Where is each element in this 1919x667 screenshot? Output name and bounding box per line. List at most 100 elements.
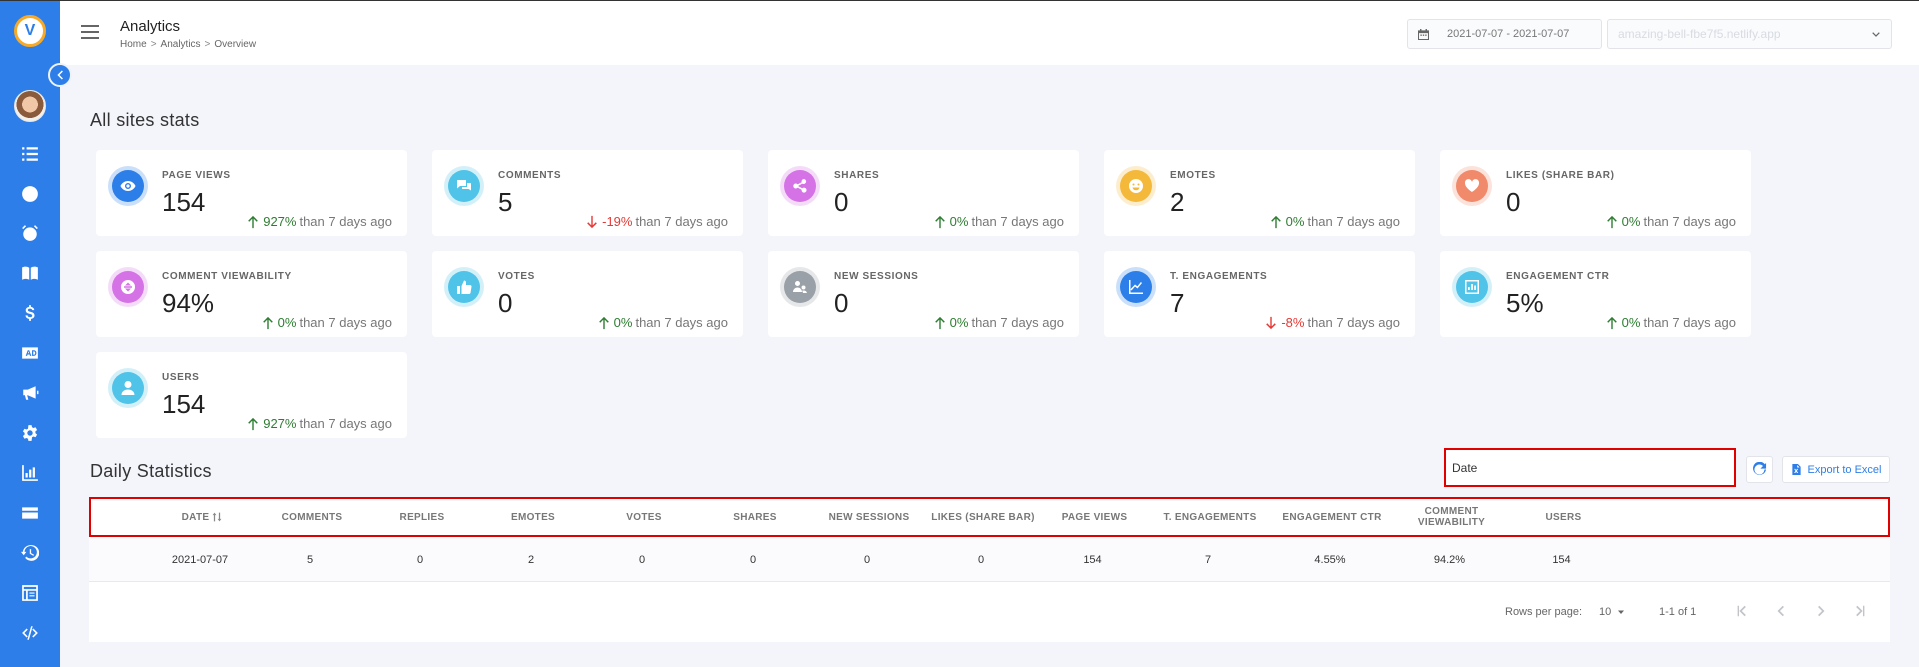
chevron-left-icon [1777,605,1784,617]
ad-icon[interactable] [18,341,42,365]
stat-card-label: COMMENTS [498,170,562,181]
rows-per-page-select[interactable]: 10 [1599,606,1625,618]
table-column-header[interactable]: ENGAGEMENT CTR [1270,512,1394,523]
refresh-button[interactable] [1746,456,1773,483]
first-page-icon [1737,605,1746,617]
table-column-header[interactable]: COMMENTS [257,512,367,523]
app-logo[interactable]: V [14,15,46,47]
list-icon[interactable] [18,142,42,166]
table-column-header[interactable]: COMMENT VIEWABILITY [1394,506,1509,528]
stat-card-trend: -19% than 7 days ago [585,214,728,229]
chevron-right-icon [1818,605,1825,617]
dollar-icon[interactable] [18,301,42,325]
next-page-button[interactable] [1812,602,1830,620]
stat-card-icon-badge [108,166,148,206]
history-icon[interactable] [18,541,42,565]
stat-card: COMMENTS 5 -19% than 7 days ago [432,150,743,236]
avatar[interactable] [14,90,46,122]
trend-suffix: than 7 days ago [299,416,392,431]
table-column-header[interactable]: USERS [1509,512,1618,523]
table-column-header[interactable]: VOTES [589,512,699,523]
column-header-label: REPLIES [399,511,445,523]
stat-card-trend: 0% than 7 days ago [933,315,1064,330]
table-column-header[interactable]: EMOTES [477,512,589,523]
table-cell: 154 [1552,554,1571,566]
breadcrumb-analytics[interactable]: Analytics [161,39,201,50]
export-excel-button[interactable]: Export to Excel [1782,456,1890,483]
code-icon[interactable] [18,621,42,645]
table-cell: 2 [527,554,535,566]
trend-suffix: than 7 days ago [635,315,728,330]
column-header-label: SHARES [733,511,777,523]
trend-suffix: than 7 days ago [299,315,392,330]
filter-input[interactable]: Date [1444,448,1736,487]
first-page-button[interactable] [1733,602,1751,620]
chart-icon[interactable] [18,461,42,485]
daily-statistics-table: DATE COMMENTS REPLIES EMOTES VOTES SHARES NEW … [89,497,1890,642]
arrow-up-icon [598,316,609,329]
table-row[interactable]: 2021-07-07 5 0 2 0 0 0 0 154 7 4.55% 94.2% 154 [89,539,1890,582]
table-column-header[interactable]: T. ENGAGEMENTS [1150,512,1270,523]
clock-icon[interactable] [18,182,42,206]
table-column-header[interactable]: PAGE VIEWS [1039,512,1150,523]
table-column-header[interactable]: LIKES (SHARE BAR) [927,512,1039,523]
trend-suffix: than 7 days ago [635,214,728,229]
table-header-row: DATE COMMENTS REPLIES EMOTES VOTES SHARES NEW … [89,497,1890,537]
filter-input-value: Date [1452,460,1478,475]
sidebar-collapse-button[interactable] [48,63,72,87]
breadcrumb-overview: Overview [214,39,257,50]
stat-card-label: VOTES [498,271,535,282]
book-icon[interactable] [18,261,42,285]
logo-letter: V [24,22,36,39]
arrow-up-icon [1270,215,1281,228]
card-icon[interactable] [18,501,42,525]
site-select[interactable]: amazing-bell-fbe7f5.netlify.app [1607,19,1892,49]
table-column-header[interactable]: DATE [147,512,257,523]
trend-percent: 0% [613,315,633,330]
stat-card-value: 154 [162,389,206,419]
comments-icon [457,180,471,191]
column-header-label: NEW SESSIONS [828,511,910,523]
stat-card-label: SHARES [834,170,880,181]
breadcrumb-separator: > [150,39,157,50]
trend-indicator: 927% [246,214,296,229]
last-page-button[interactable] [1851,602,1869,620]
menu-toggle-button[interactable] [81,25,99,39]
trend-indicator: 0% [1605,214,1640,229]
table-column-header[interactable]: SHARES [699,512,811,523]
stat-card: VOTES 0 0% than 7 days ago [432,251,743,337]
trend-suffix: than 7 days ago [1307,214,1400,229]
table-column-header[interactable]: REPLIES [367,512,477,523]
trend-percent: 0% [1285,214,1305,229]
stat-card-trend: 0% than 7 days ago [597,315,728,330]
stat-card-label: COMMENT VIEWABILITY [162,271,292,282]
stat-card-trend: 0% than 7 days ago [1269,214,1400,229]
trend-indicator: 0% [597,315,633,330]
table-icon[interactable] [18,581,42,605]
alarm-icon[interactable] [18,221,42,245]
stat-card-label: PAGE VIEWS [162,170,231,181]
megaphone-icon[interactable] [18,381,42,405]
chevron-left-icon [57,70,63,80]
heart-icon [1464,179,1480,192]
trend-percent: 0% [1621,315,1641,330]
user-icon [121,381,135,395]
trend-indicator: -8% [1264,315,1304,330]
stat-card: COMMENT VIEWABILITY 94% 0% than 7 days a… [96,251,407,337]
arrow-up-icon [248,215,259,228]
table-pagination: Rows per page: 10 1-1 of 1 [89,583,1890,641]
gear-icon[interactable] [18,421,42,445]
breadcrumb-home[interactable]: Home [120,39,147,50]
trend-suffix: than 7 days ago [971,315,1064,330]
stat-card-icon-badge [1116,166,1156,206]
date-range-picker[interactable]: 2021-07-07 - 2021-07-07 [1407,19,1602,49]
trend-indicator: 0% [1269,214,1305,229]
trend-percent: -19% [602,214,633,229]
column-header-label: VOTES [626,511,662,523]
column-header-label: T. ENGAGEMENTS [1163,511,1257,523]
table-column-header[interactable]: NEW SESSIONS [811,512,927,523]
date-range-value: 2021-07-07 - 2021-07-07 [1447,28,1570,40]
previous-page-button[interactable] [1772,602,1790,620]
share-icon [793,179,807,193]
stat-card-icon-badge [780,267,820,307]
